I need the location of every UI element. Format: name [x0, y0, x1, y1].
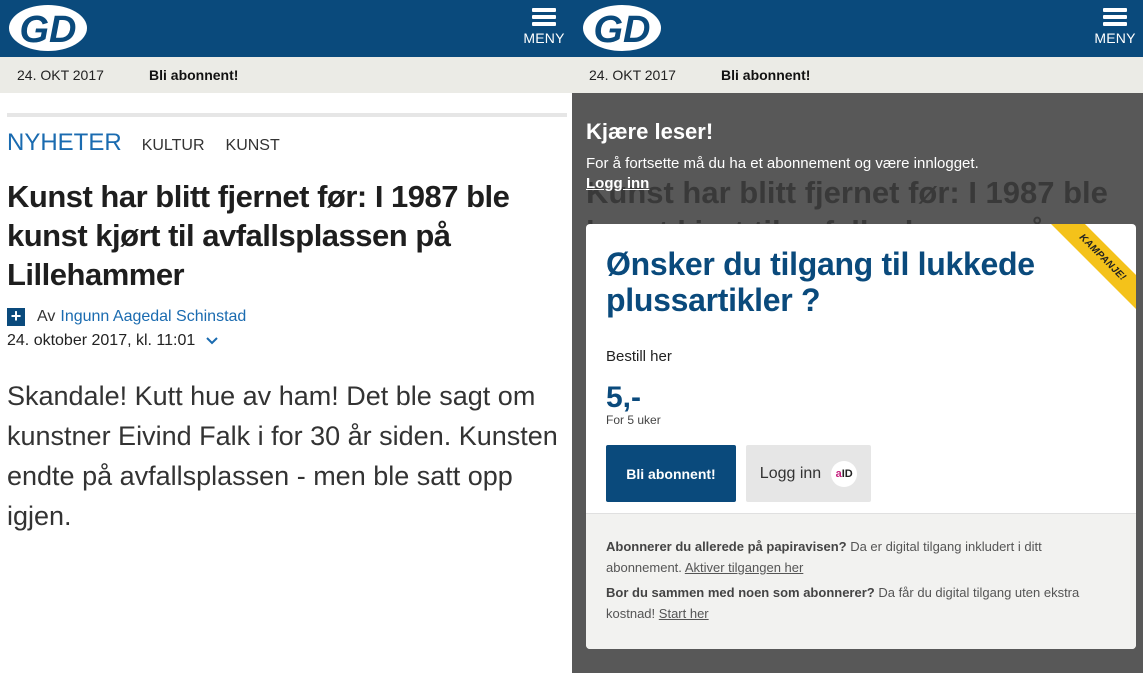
- top-bar: GD MENY: [0, 0, 572, 57]
- byline: + Av Ingunn Aagedal Schinstad: [7, 307, 572, 326]
- category-tags: NYHETER KULTUR KUNST: [7, 129, 572, 157]
- paywall-notice: Kjære leser! For å fortsette må du ha et…: [586, 119, 979, 193]
- menu-button[interactable]: MENY: [522, 8, 566, 46]
- paper-question: Abonnerer du allerede på papiravisen?: [606, 539, 847, 554]
- current-date: 24. OKT 2017: [17, 67, 104, 83]
- date-bar-right: 24. OKT 2017 Bli abonnent!: [572, 57, 1143, 93]
- paywall-greeting: Kjære leser!: [586, 119, 714, 144]
- plus-icon: +: [7, 307, 25, 326]
- login-button[interactable]: Logg inn a ID: [746, 445, 871, 502]
- offer-card: KAMPANJE! Ønsker du tilgang til lukkede …: [586, 224, 1136, 649]
- top-bar-right: GD MENY: [572, 0, 1143, 57]
- subscribe-button[interactable]: Bli abonnent!: [606, 445, 736, 502]
- hamburger-icon: [532, 8, 556, 26]
- offer-price: 5,-: [606, 381, 642, 414]
- logo-text: GD: [594, 9, 651, 51]
- offer-period: For 5 uker: [606, 413, 661, 427]
- gd-logo[interactable]: GD: [582, 4, 662, 52]
- aid-icon: a ID: [831, 460, 858, 487]
- tag-kultur[interactable]: KULTUR: [142, 137, 205, 155]
- campaign-ribbon: KAMPANJE!: [1040, 224, 1136, 320]
- start-here-link[interactable]: Start her: [659, 606, 709, 621]
- menu-label: MENY: [523, 30, 565, 46]
- household-info: Bor du sammen med noen som abonnerer? Da…: [606, 582, 1116, 624]
- offer-actions: Bli abonnent! Logg inn a ID: [606, 445, 1136, 502]
- logo-text: GD: [20, 9, 77, 51]
- aid-id: ID: [841, 467, 853, 480]
- chevron-down-icon[interactable]: [205, 336, 219, 346]
- gd-logo[interactable]: GD: [8, 4, 88, 52]
- order-text: Bestill her: [606, 348, 672, 365]
- paywall-overlay: Kunst har blitt fjernet før: I 1987 ble …: [572, 93, 1143, 673]
- current-date: 24. OKT 2017: [589, 67, 676, 83]
- byline-prefix: Av: [37, 308, 56, 325]
- campaign-ribbon-label: KAMPANJE!: [1044, 224, 1136, 316]
- offer-title: Ønsker du tilgang til lukkede plussartik…: [606, 246, 1035, 318]
- article-headline: Kunst har blitt fjernet før: I 1987 ble …: [7, 179, 510, 292]
- subscribe-link[interactable]: Bli abonnent!: [721, 67, 810, 83]
- login-link[interactable]: Logg inn: [586, 175, 649, 192]
- household-question: Bor du sammen med noen som abonnerer?: [606, 585, 875, 600]
- menu-button[interactable]: MENY: [1093, 8, 1137, 46]
- article-lead: Skandale! Kutt hue av ham! Det ble sagt …: [7, 381, 558, 531]
- activate-access-link[interactable]: Aktiver tilgangen her: [685, 560, 804, 575]
- date-bar: 24. OKT 2017 Bli abonnent!: [0, 57, 572, 93]
- paper-subscriber-info: Abonnerer du allerede på papiravisen? Da…: [606, 536, 1116, 578]
- hamburger-icon: [1103, 8, 1127, 26]
- paywall-panel: GD MENY 24. OKT 2017 Bli abonnent! Kunst…: [572, 0, 1143, 673]
- divider: [7, 113, 567, 117]
- publish-date[interactable]: 24. oktober 2017, kl. 11:01: [7, 332, 572, 350]
- menu-label: MENY: [1094, 30, 1136, 46]
- paywall-message: For å fortsette må du ha et abonnement o…: [586, 155, 979, 172]
- subscribe-link[interactable]: Bli abonnent!: [149, 67, 238, 83]
- publish-date-text: 24. oktober 2017, kl. 11:01: [7, 332, 196, 349]
- login-button-label: Logg inn: [759, 464, 822, 482]
- tag-nyheter[interactable]: NYHETER: [7, 129, 122, 157]
- offer-footer: Abonnerer du allerede på papiravisen? Da…: [586, 513, 1136, 649]
- article-panel: GD MENY 24. OKT 2017 Bli abonnent! NYHET…: [0, 0, 572, 673]
- author-link[interactable]: Ingunn Aagedal Schinstad: [60, 308, 246, 326]
- tag-kunst[interactable]: KUNST: [226, 137, 280, 155]
